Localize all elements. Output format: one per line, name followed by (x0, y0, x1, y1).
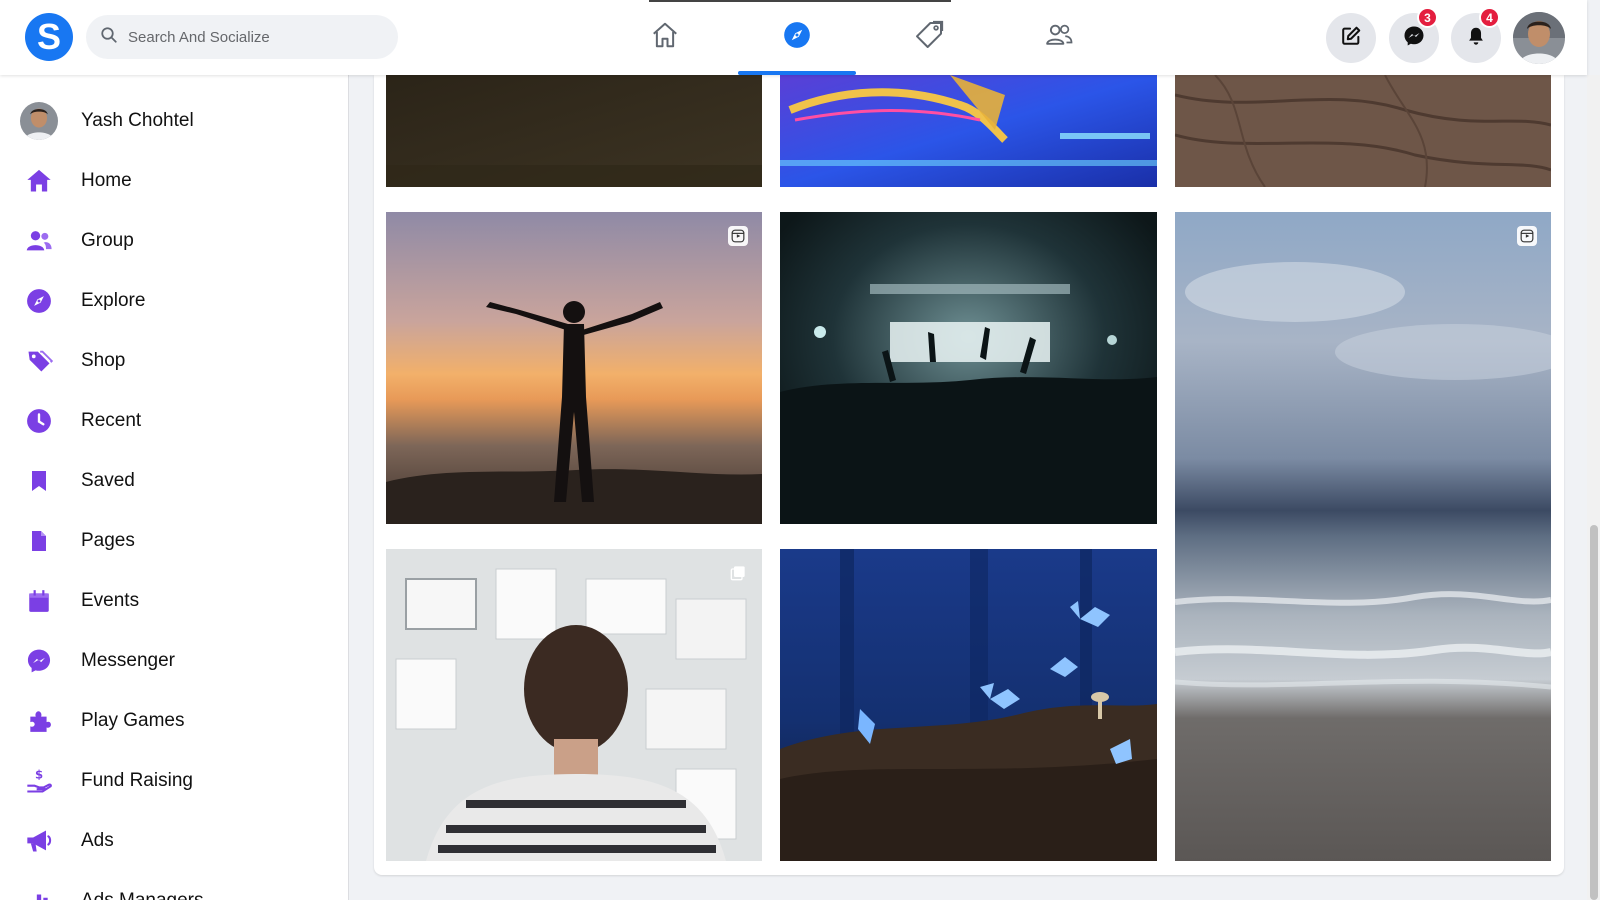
app-logo[interactable]: S (25, 13, 73, 61)
profile-avatar[interactable] (1513, 12, 1565, 64)
tile-skin-texture[interactable] (1175, 75, 1551, 187)
tile-concert[interactable] (780, 212, 1157, 524)
tab-friends[interactable] (1000, 0, 1118, 75)
sidebar-item-label: Ads (81, 830, 114, 851)
sidebar-item-label: Ads Managers (81, 890, 204, 900)
clock-icon (20, 402, 58, 440)
reel-icon (728, 226, 748, 246)
avatar (20, 102, 58, 140)
home-icon (650, 20, 680, 55)
messenger-badge: 3 (1417, 7, 1438, 28)
tag-icon (913, 19, 945, 56)
bell-icon (1465, 25, 1487, 52)
notifications-button[interactable]: 4 (1451, 7, 1501, 63)
tab-shop[interactable] (870, 0, 988, 75)
puzzle-icon (20, 702, 58, 740)
tile-butterflies[interactable] (780, 549, 1157, 861)
create-post-button[interactable] (1326, 13, 1376, 63)
sidebar-item-shop[interactable]: Shop (20, 339, 340, 383)
notifications-badge: 4 (1479, 7, 1500, 28)
tile-ocean[interactable] (1175, 212, 1551, 861)
edit-icon (1340, 25, 1362, 52)
sidebar-item-label: Pages (81, 530, 135, 551)
reel-icon (1517, 226, 1537, 246)
sidebar-item-label: Messenger (81, 650, 175, 671)
chart-icon (20, 882, 58, 900)
search-icon (100, 26, 118, 49)
compass-icon (20, 282, 58, 320)
messenger-icon (1402, 24, 1426, 53)
bookmark-icon (20, 462, 58, 500)
sidebar-item-saved[interactable]: Saved (20, 459, 340, 503)
megaphone-icon (20, 822, 58, 860)
explore-feed-grid (374, 75, 1564, 875)
sidebar-item-recent[interactable]: Recent (20, 399, 340, 443)
logo-letter: S (36, 16, 61, 57)
sidebar-item-label: Home (81, 170, 132, 191)
sidebar-item-label: Saved (81, 470, 135, 491)
profile-name: Yash Chohtel (81, 110, 194, 131)
scroll-thumb[interactable] (1590, 525, 1598, 900)
sidebar-item-label: Events (81, 590, 140, 611)
tab-home[interactable] (606, 0, 724, 75)
tab-explore[interactable] (738, 0, 856, 75)
page-icon (20, 522, 58, 560)
messenger-button[interactable]: 3 (1389, 7, 1439, 63)
sidebar-item-group[interactable]: Group (20, 219, 340, 263)
sidebar-item-label: Group (81, 230, 134, 251)
page-scrollbar[interactable] (1587, 75, 1600, 900)
left-sidebar: Yash Chohtel Home Group Explore Shop Rec… (0, 75, 349, 900)
tile-sunset-man[interactable] (386, 212, 762, 524)
sidebar-item-pages[interactable]: Pages (20, 519, 340, 563)
sidebar-item-play-games[interactable]: Play Games (20, 699, 340, 743)
sidebar-item-home[interactable]: Home (20, 159, 340, 203)
tag-icon (20, 342, 58, 380)
tile-man-board[interactable] (386, 549, 762, 861)
sidebar-item-events[interactable]: Events (20, 579, 340, 623)
home-icon (20, 162, 58, 200)
messenger-icon (20, 642, 58, 680)
sidebar-item-label: Shop (81, 350, 126, 371)
top-header: S 3 (0, 0, 1587, 75)
sidebar-item-ads-managers[interactable]: Ads Managers (20, 879, 340, 900)
sidebar-item-label: Recent (81, 410, 142, 431)
friends-icon (1044, 20, 1074, 55)
sidebar-item-explore[interactable]: Explore (20, 279, 340, 323)
fundraise-icon: $ (20, 762, 58, 800)
sidebar-item-ads[interactable]: Ads (20, 819, 340, 863)
album-icon (728, 563, 748, 583)
svg-text:$: $ (35, 768, 43, 782)
compass-icon (783, 21, 811, 54)
group-icon (20, 222, 58, 260)
search-box[interactable] (86, 15, 398, 59)
sidebar-item-label: Explore (81, 290, 146, 311)
tile-dark-texture[interactable] (386, 75, 762, 187)
sidebar-item-profile[interactable]: Yash Chohtel (20, 99, 340, 143)
sidebar-item-fund-raising[interactable]: $ Fund Raising (20, 759, 340, 803)
calendar-icon (20, 582, 58, 620)
sidebar-item-label: Play Games (81, 710, 185, 731)
sidebar-item-label: Fund Raising (81, 770, 193, 791)
search-input[interactable] (128, 28, 378, 46)
sidebar-item-messenger[interactable]: Messenger (20, 639, 340, 683)
tile-dancer[interactable] (780, 75, 1157, 187)
